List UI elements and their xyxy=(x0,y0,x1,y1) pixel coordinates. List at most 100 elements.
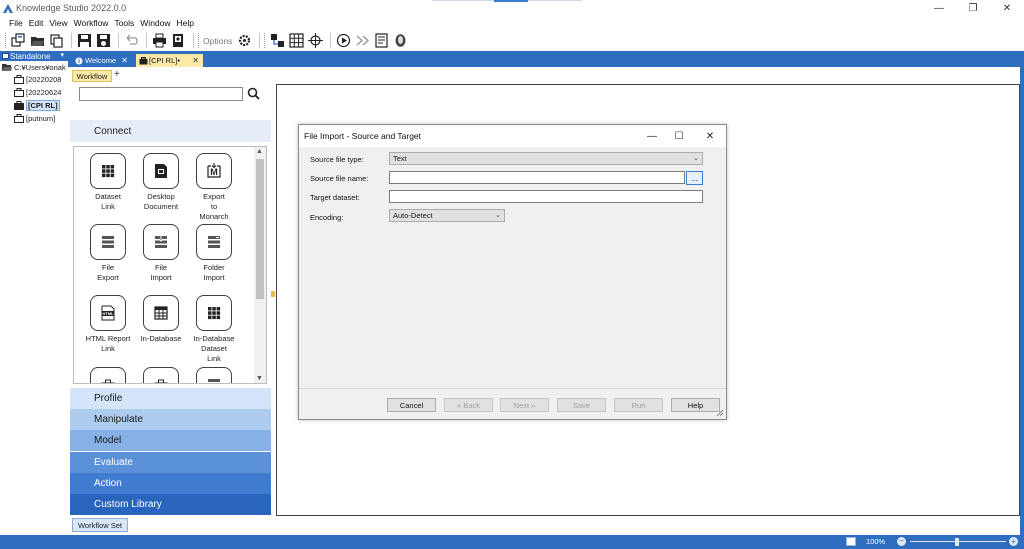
menu-help[interactable]: Help xyxy=(177,18,194,28)
save-icon[interactable] xyxy=(76,32,93,49)
print-icon[interactable] xyxy=(151,32,168,49)
resize-grip-icon[interactable] xyxy=(716,409,724,417)
scrollbar-thumb[interactable] xyxy=(256,159,264,299)
source-file-name-input[interactable] xyxy=(389,171,685,184)
tool-partial[interactable] xyxy=(189,367,239,383)
toolbar-separator xyxy=(330,33,332,48)
dialog-maximize-button[interactable]: ☐ xyxy=(671,128,687,144)
svg-text:HTML: HTML xyxy=(102,311,114,316)
back-button[interactable]: « Back xyxy=(444,398,493,412)
category-profile[interactable]: Profile xyxy=(70,388,271,409)
run-button[interactable]: Run xyxy=(614,398,663,412)
toolbar-grip[interactable] xyxy=(198,33,200,48)
tab-workflow-set[interactable]: Workflow Set xyxy=(72,518,128,532)
tree-root-folder[interactable]: C:¥Users¥onak xyxy=(0,61,68,73)
search-icon[interactable] xyxy=(247,87,260,100)
tab-cpi-rl[interactable]: [CPI RL]• ✕ xyxy=(136,54,203,67)
table-grid-icon[interactable] xyxy=(288,32,305,49)
menu-workflow[interactable]: Workflow xyxy=(74,18,109,28)
grid-icon xyxy=(196,295,232,331)
maximize-button[interactable]: ❐ xyxy=(956,0,990,16)
minimize-button[interactable]: — xyxy=(922,0,956,16)
category-manipulate[interactable]: Manipulate xyxy=(70,409,271,430)
save-button[interactable]: Save xyxy=(557,398,606,412)
fit-page-icon[interactable] xyxy=(846,537,856,546)
toolbar-separator xyxy=(259,33,261,48)
tool-label: In-Database Dataset Link xyxy=(193,334,235,363)
tab-close-icon[interactable]: ✕ xyxy=(121,56,128,65)
tool-folder-import[interactable]: Folder Import xyxy=(189,224,239,283)
pin-icon[interactable]: ▾ xyxy=(60,51,64,59)
palette-scrollbar[interactable]: ▲ ▼ xyxy=(254,147,266,383)
undo-icon[interactable] xyxy=(123,32,140,49)
workflow-node-icon[interactable] xyxy=(269,32,286,49)
source-file-type-select[interactable]: Text ⌄ xyxy=(389,152,703,165)
options-gear-icon[interactable] xyxy=(236,32,253,49)
tool-file-import[interactable]: File Import xyxy=(136,224,186,283)
tree-project-item[interactable]: [20220624 xyxy=(0,86,68,99)
new-project-icon[interactable] xyxy=(10,32,27,49)
project-tree-title: Standalone xyxy=(10,51,51,61)
browse-button[interactable]: ... xyxy=(686,171,703,185)
tool-desktop-document[interactable]: Desktop Document xyxy=(136,153,186,212)
help-button[interactable]: Help xyxy=(671,398,720,412)
tab-workflow[interactable]: Workflow xyxy=(72,70,112,82)
target-dataset-input[interactable] xyxy=(389,190,703,203)
category-action[interactable]: Action xyxy=(70,473,271,494)
tool-export-to-monarch[interactable]: M Export to Monarch xyxy=(189,153,239,222)
scroll-down-icon[interactable]: ▼ xyxy=(256,375,263,382)
tool-partial[interactable] xyxy=(83,367,133,383)
menu-view[interactable]: View xyxy=(49,18,67,28)
report-icon[interactable] xyxy=(373,32,390,49)
tab-close-icon[interactable]: ✕ xyxy=(192,56,199,65)
category-model[interactable]: Model xyxy=(70,430,271,451)
tool-dataset-link[interactable]: Dataset Link xyxy=(83,153,133,212)
cancel-button[interactable]: Cancel xyxy=(387,398,436,412)
add-workflow-button[interactable]: + xyxy=(114,69,120,80)
menu-tools[interactable]: Tools xyxy=(114,18,134,28)
save-all-icon[interactable] xyxy=(95,32,112,49)
menu-edit[interactable]: Edit xyxy=(29,18,44,28)
file-export-icon xyxy=(90,224,126,260)
menu-file[interactable]: File xyxy=(9,18,23,28)
zoom-slider-thumb[interactable] xyxy=(955,538,959,546)
copy-icon[interactable] xyxy=(48,32,65,49)
encoding-select[interactable]: Auto-Detect ⌄ xyxy=(389,209,505,222)
splitter-handle[interactable] xyxy=(271,291,275,297)
svg-text:M: M xyxy=(210,167,218,177)
print-preview-icon[interactable] xyxy=(170,32,187,49)
tree-project-item[interactable]: [20220208 xyxy=(0,73,68,86)
dialog-minimize-button[interactable]: — xyxy=(644,128,660,144)
run-icon[interactable] xyxy=(335,32,352,49)
crosshair-icon[interactable] xyxy=(307,32,324,49)
zoom-out-button[interactable]: − xyxy=(897,537,906,546)
title-decoration-accent xyxy=(494,0,528,2)
menu-window[interactable]: Window xyxy=(140,18,170,28)
toolbar-grip[interactable] xyxy=(264,33,266,48)
zoom-in-button[interactable]: + xyxy=(1009,537,1018,546)
tool-in-database-dataset-link[interactable]: In-Database Dataset Link xyxy=(189,295,239,364)
dialog-close-button[interactable]: ✕ xyxy=(702,128,718,144)
close-button[interactable]: ✕ xyxy=(990,0,1024,16)
briefcase-icon xyxy=(90,367,126,383)
open-project-icon[interactable] xyxy=(29,32,46,49)
palette-search-input[interactable] xyxy=(79,87,243,101)
category-custom-library[interactable]: Custom Library xyxy=(70,494,271,515)
fast-forward-icon[interactable] xyxy=(354,32,371,49)
tool-label: Desktop Document xyxy=(143,192,179,211)
toolbar-grip[interactable] xyxy=(5,33,7,48)
lightbulb-icon[interactable] xyxy=(392,32,409,49)
next-button[interactable]: Next » xyxy=(500,398,549,412)
tool-file-export[interactable]: File Export xyxy=(83,224,133,283)
tool-html-report-link[interactable]: HTML HTML Report Link xyxy=(83,295,133,354)
category-connect[interactable]: Connect xyxy=(70,120,271,142)
tab-welcome[interactable]: Welcome ✕ xyxy=(72,54,132,67)
category-evaluate[interactable]: Evaluate xyxy=(70,452,271,473)
tree-project-label: [20220208 xyxy=(26,75,62,84)
tool-in-database[interactable]: In-Database xyxy=(136,295,186,344)
options-label[interactable]: Options xyxy=(203,36,232,46)
tool-partial[interactable] xyxy=(136,367,186,383)
scroll-up-icon[interactable]: ▲ xyxy=(256,148,263,155)
tree-project-item-selected[interactable]: [CPI RL] xyxy=(0,99,68,112)
tree-project-item[interactable]: [putnum] xyxy=(0,112,68,125)
